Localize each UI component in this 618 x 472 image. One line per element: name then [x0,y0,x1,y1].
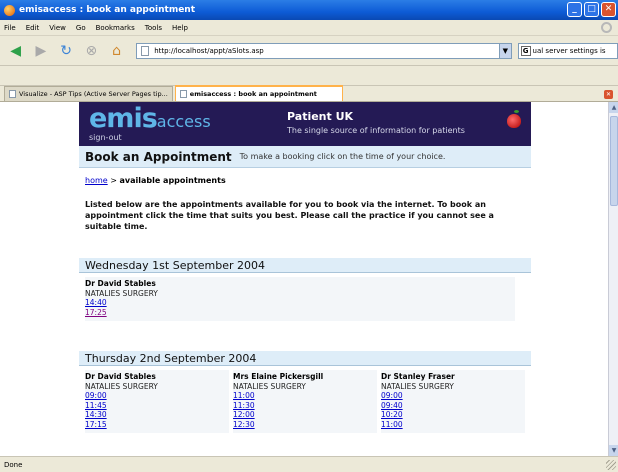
bookmarks-toolbar [0,66,618,86]
clinician-name: Mrs Elaine Pickersgill [233,372,324,381]
throbber-icon [601,22,612,33]
clinician-card: Dr David Stables NATALIES SURGERY 14:40 … [85,277,515,321]
vertical-scrollbar[interactable]: ▲ ▼ [608,102,618,456]
menu-view[interactable]: View [49,24,66,32]
reload-button[interactable]: ↻ [57,41,76,61]
window-title: emisaccess : book an appointment [19,5,196,15]
time-slot-link[interactable]: 09:40 [381,401,523,411]
time-slot-link[interactable]: 14:40 [85,298,513,308]
sign-out-link[interactable]: sign-out [89,133,122,142]
page-title: Book an Appointment [85,149,232,164]
minimize-button[interactable]: _ [567,2,582,17]
menu-help[interactable]: Help [172,24,188,32]
time-slot-link[interactable]: 11:00 [381,420,523,430]
menu-tools[interactable]: Tools [145,24,162,32]
home-button[interactable]: ⌂ [107,41,126,61]
resize-grip-icon[interactable] [606,460,616,470]
time-slot-link[interactable]: 17:25 [85,308,513,318]
surgery-name: NATALIES SURGERY [85,381,158,391]
site-name: Patient UK [287,110,354,123]
search-engine-icon[interactable]: G [520,45,531,56]
address-bar[interactable]: http://localhost/appt/aSlots.asp ▼ [136,42,512,59]
stop-button[interactable]: ⊗ [82,41,101,61]
clinician-card: Mrs Elaine Pickersgill NATALIES SURGERY … [233,370,377,433]
menu-file[interactable]: File [4,24,16,32]
tab-book-appointment[interactable]: emisaccess : book an appointment [174,85,343,101]
page-viewport: emisaccess sign-out Patient UK The singl… [0,102,608,456]
surgery-name: NATALIES SURGERY [85,288,158,298]
page-icon [141,45,150,56]
menu-bar: File Edit View Go Bookmarks Tools Help [0,20,618,36]
navigation-toolbar: ◀ ▶ ↻ ⊗ ⌂ http://localhost/appt/aSlots.a… [0,36,618,66]
close-tab-button[interactable]: ✕ [604,90,613,99]
site-banner: emisaccess sign-out Patient UK The singl… [79,102,531,146]
page-subtitle: To make a booking click on the time of y… [239,152,446,161]
surgery-name: NATALIES SURGERY [233,381,306,391]
time-slot-link[interactable]: 11:00 [233,391,375,401]
day-section: Thursday 2nd September 2004 Dr David Sta… [79,351,531,433]
day-section: Wednesday 1st September 2004 Dr David St… [79,258,531,321]
breadcrumb: home > available appointments [85,176,531,185]
maximize-button[interactable]: □ [584,2,599,17]
menu-bookmarks[interactable]: Bookmarks [96,24,135,32]
forward-button[interactable]: ▶ [31,41,50,61]
day-date: Thursday 2nd September 2004 [79,351,531,366]
breadcrumb-current: available appointments [119,176,226,185]
clinician-card: Dr Stanley Fraser NATALIES SURGERY 09:00… [381,370,525,433]
day-date: Wednesday 1st September 2004 [79,258,531,273]
apple-icon [507,110,521,128]
tab-visualize[interactable]: Visualize - ASP Tips (Active Server Page… [4,86,173,101]
address-dropdown-icon[interactable]: ▼ [498,43,511,58]
intro-text: Listed below are the appointments availa… [85,200,494,231]
page-heading: Book an Appointment To make a booking cl… [79,146,531,168]
clinician-name: Dr David Stables [85,279,156,288]
time-slot-link[interactable]: 17:15 [85,420,227,430]
surgery-name: NATALIES SURGERY [381,381,454,391]
time-slot-link[interactable]: 14:30 [85,410,227,420]
page-icon [9,90,16,98]
tab-label: Visualize - ASP Tips (Active Server Page… [19,90,168,98]
search-input[interactable]: G ual server settings is [517,42,618,59]
time-slot-link[interactable]: 11:30 [233,401,375,411]
page-body: emisaccess sign-out Patient UK The singl… [79,102,531,433]
time-slot-link[interactable]: 10:20 [381,410,523,420]
close-window-button[interactable]: ✕ [601,2,616,17]
page-icon [179,90,187,98]
scroll-down-icon[interactable]: ▼ [609,445,618,456]
firefox-icon [4,4,15,16]
status-bar: Done [0,456,618,472]
time-slot-link[interactable]: 09:00 [381,391,523,401]
clinician-name: Dr David Stables [85,372,156,381]
time-slot-link[interactable]: 11:45 [85,401,227,411]
menu-go[interactable]: Go [76,24,86,32]
time-slot-link[interactable]: 12:30 [233,420,375,430]
window-titlebar: emisaccess : book an appointment _ □ ✕ [0,0,618,20]
tab-bar: Visualize - ASP Tips (Active Server Page… [0,85,618,102]
time-slot-link[interactable]: 09:00 [85,391,227,401]
time-slot-link[interactable]: 12:00 [233,410,375,420]
breadcrumb-separator: > [107,176,120,185]
clinician-name: Dr Stanley Fraser [381,372,455,381]
back-button[interactable]: ◀ [6,41,25,61]
breadcrumb-home-link[interactable]: home [85,176,108,185]
scroll-thumb[interactable] [610,116,618,206]
status-text: Done [4,460,23,469]
menu-edit[interactable]: Edit [26,24,40,32]
search-text[interactable]: ual server settings is [533,47,606,55]
site-tagline: The single source of information for pat… [287,126,465,135]
scroll-up-icon[interactable]: ▲ [609,102,618,113]
clinician-card: Dr David Stables NATALIES SURGERY 09:00 … [85,370,229,433]
address-url[interactable]: http://localhost/appt/aSlots.asp [154,47,499,55]
tab-label: emisaccess : book an appointment [189,90,317,98]
